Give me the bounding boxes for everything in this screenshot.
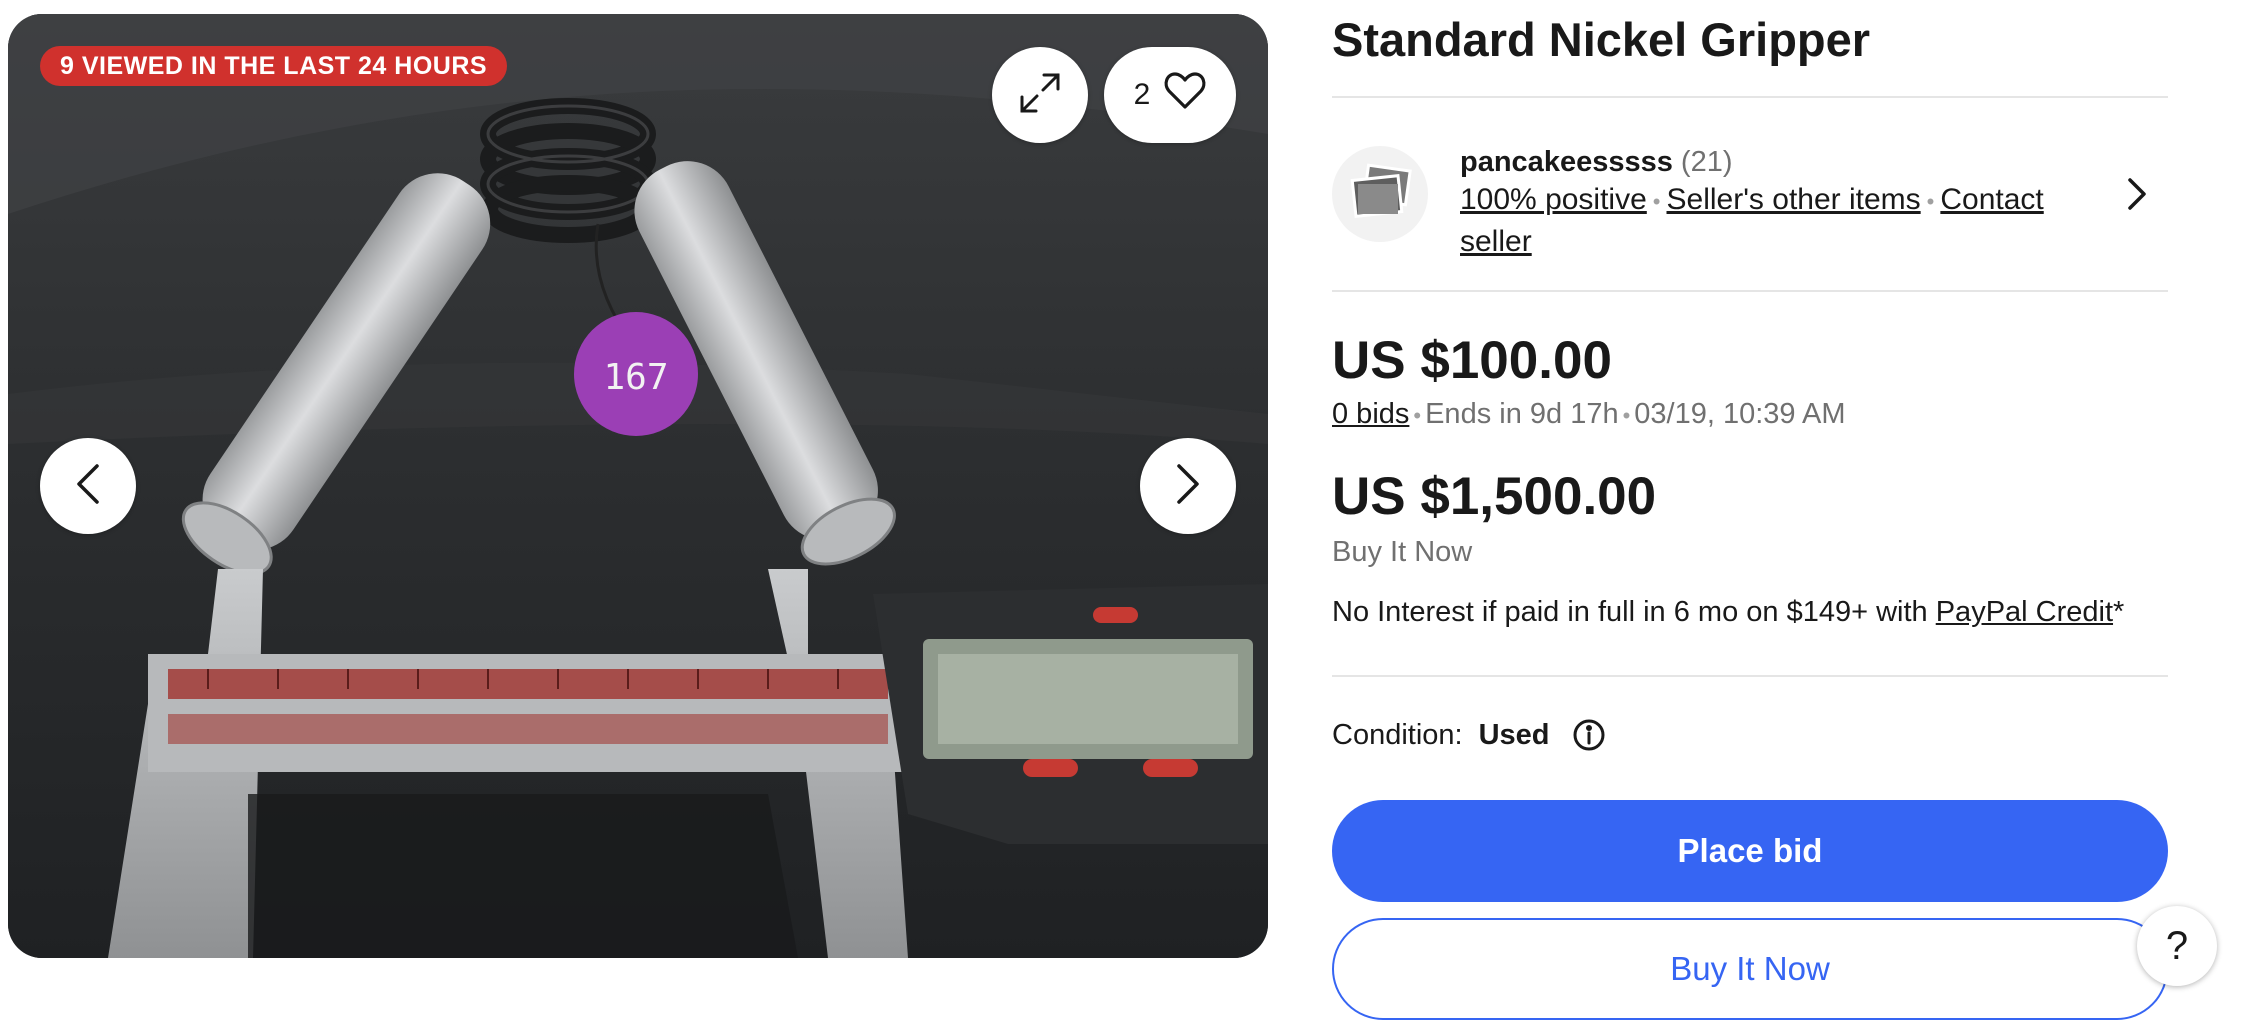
divider	[1332, 290, 2168, 292]
seller-name-line: pancakeesssss (21)	[1460, 146, 1732, 179]
seller-positive-link[interactable]: 100% positive	[1460, 183, 1647, 216]
photo-stack-icon[interactable]	[1332, 146, 1428, 242]
bids-link[interactable]: 0 bids	[1332, 398, 1409, 430]
divider	[1332, 675, 2168, 677]
divider	[1332, 96, 2168, 98]
chevron-left-icon	[75, 462, 101, 511]
tag-number: 167	[603, 357, 668, 398]
expand-icon	[1018, 71, 1062, 120]
end-date: 03/19, 10:39 AM	[1634, 398, 1846, 430]
product-photo: 167	[8, 14, 1268, 958]
condition-value: Used	[1478, 718, 1550, 751]
watch-button[interactable]: 2	[1104, 47, 1236, 143]
watch-count: 2	[1133, 78, 1151, 111]
expand-button[interactable]	[992, 47, 1088, 143]
heart-icon	[1164, 72, 1206, 118]
seller-name[interactable]: pancakeesssss	[1460, 146, 1673, 178]
place-bid-button[interactable]: Place bid	[1332, 800, 2168, 902]
seller-feedback-count: (21)	[1680, 146, 1733, 178]
ends-in: Ends in 9d 17h	[1425, 398, 1619, 430]
seller-links: 100% positive • Seller's other items • Conta…	[1460, 183, 2044, 258]
current-bid-price: US $100.00	[1332, 331, 1612, 390]
condition-row: Condition: Used	[1332, 718, 1606, 752]
previous-image-button[interactable]	[40, 438, 136, 534]
buy-it-now-button[interactable]: Buy It Now	[1332, 918, 2168, 1020]
next-image-button[interactable]	[1140, 438, 1236, 534]
item-title: Standard Nickel Gripper	[1332, 13, 1871, 66]
financing-offer: No Interest if paid in full in 6 mo on $…	[1332, 596, 2124, 629]
financing-suffix: *	[2113, 596, 2125, 628]
viewed-badge: 9 VIEWED IN THE LAST 24 HOURS	[40, 46, 508, 86]
bid-info: 0 bids • Ends in 9d 17h • 03/19, 10:39 AM	[1332, 398, 1846, 430]
paypal-credit-link[interactable]: PayPal Credit	[1936, 596, 2113, 628]
chevron-right-icon[interactable]	[2126, 176, 2148, 217]
info-icon[interactable]	[1572, 718, 1606, 752]
seller-card: pancakeesssss (21) 100% positive • Seller'…	[1332, 146, 2168, 258]
condition-label: Condition:	[1332, 718, 1463, 751]
seller-other-items-link[interactable]: Seller's other items	[1667, 183, 1921, 216]
help-button[interactable]: ?	[2137, 906, 2217, 986]
chevron-right-icon	[1175, 462, 1201, 511]
image-gallery[interactable]: 167 9 VIEWED IN THE LAST 24 HOURS 2	[8, 14, 1268, 958]
buy-now-label: Buy It Now	[1332, 536, 1473, 568]
financing-text: No Interest if paid in full in 6 mo on $…	[1332, 596, 1936, 628]
buy-now-price: US $1,500.00	[1332, 467, 1657, 526]
